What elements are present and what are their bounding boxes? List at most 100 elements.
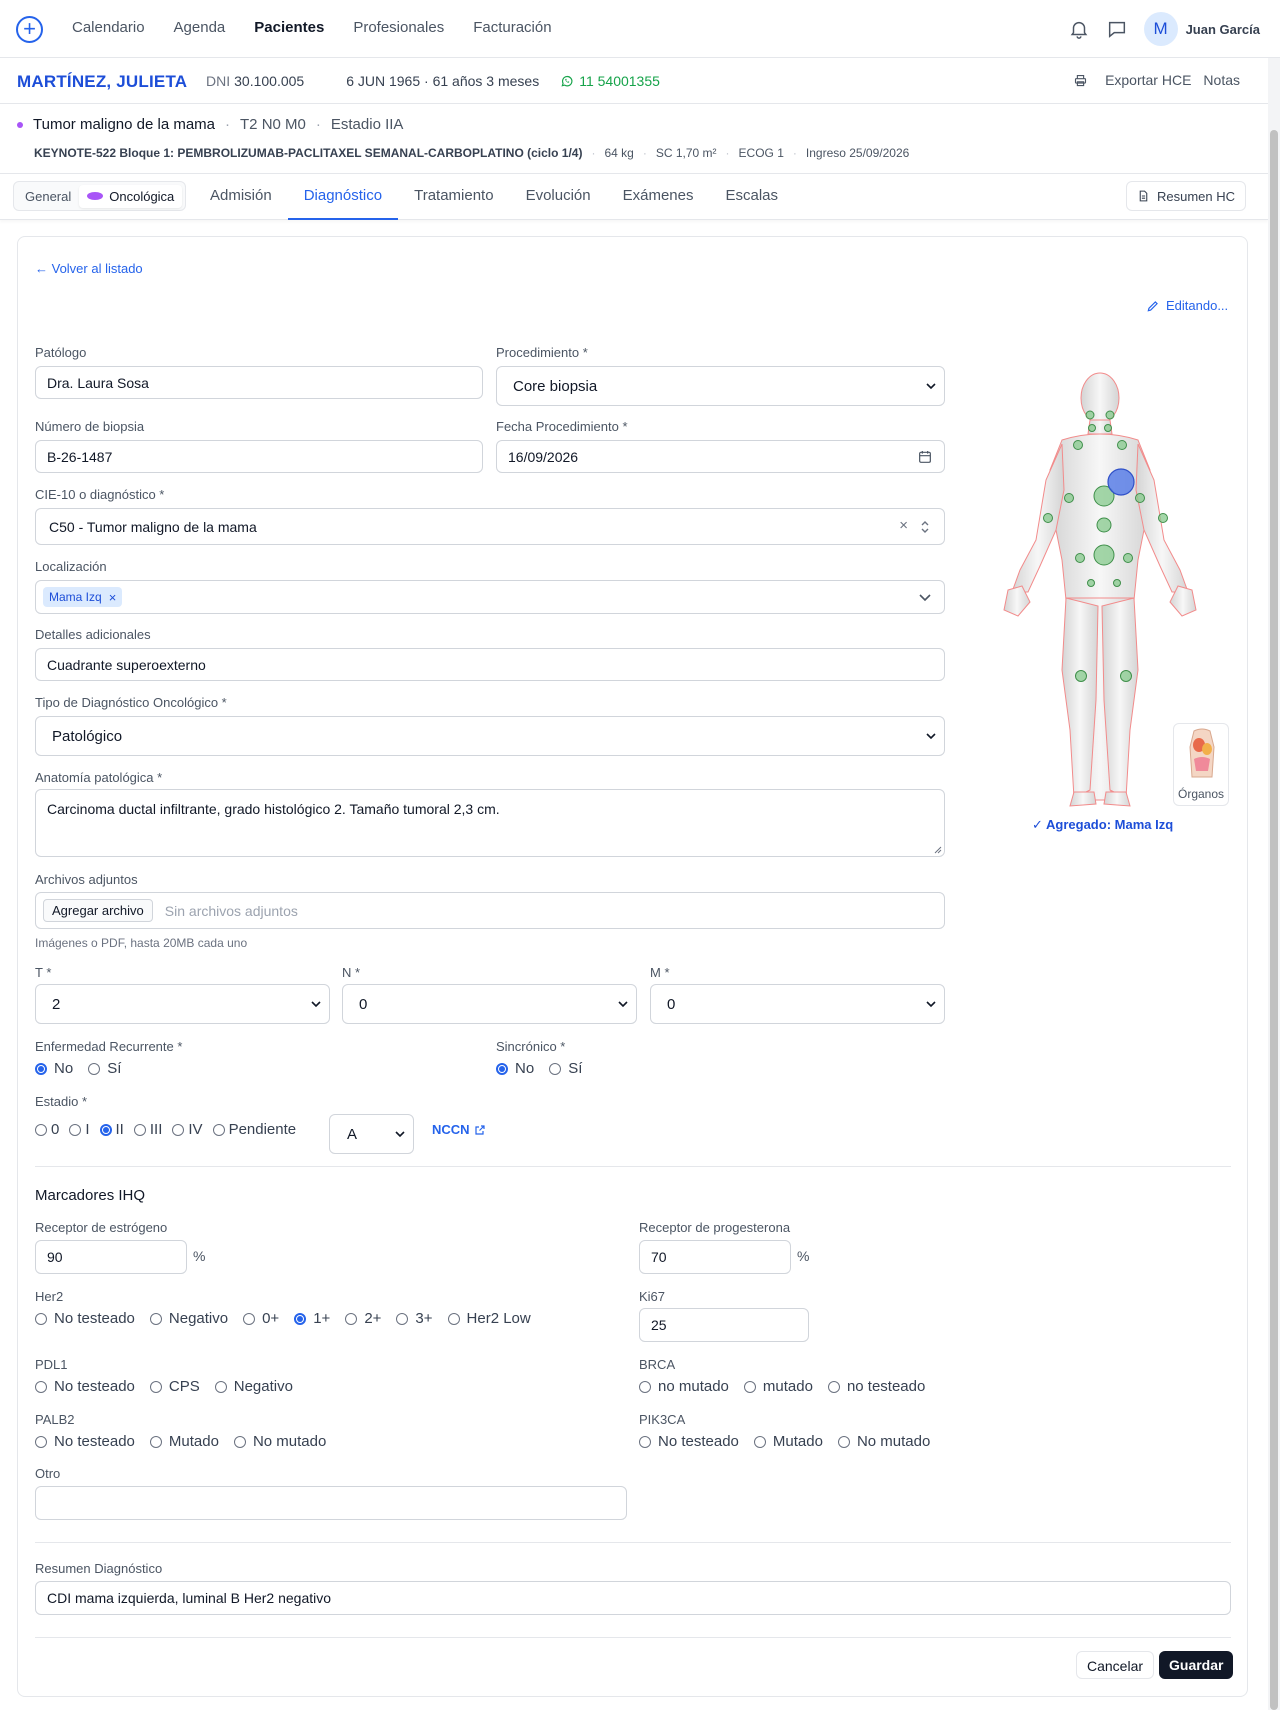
recurrente-label: Enfermedad Recurrente * bbox=[35, 1039, 183, 1054]
pdl1-radio-group: No testeado CPS Negativo bbox=[35, 1378, 308, 1395]
sort-arrows-icon bbox=[921, 521, 929, 533]
save-button[interactable]: Guardar bbox=[1159, 1651, 1234, 1679]
tipo-select[interactable]: Patológico bbox=[35, 716, 945, 756]
seg-general[interactable]: General bbox=[17, 185, 79, 208]
pdl1-negativo[interactable]: Negativo bbox=[214, 1378, 293, 1395]
biopsia-input[interactable]: B-26-1487 bbox=[35, 440, 483, 473]
resumen-hc-button[interactable]: Resumen HC bbox=[1125, 181, 1246, 211]
recurrente-si[interactable]: Sí bbox=[88, 1060, 121, 1077]
m-select[interactable]: 0 bbox=[650, 984, 945, 1024]
remove-tag-icon[interactable]: × bbox=[109, 590, 117, 605]
pencil-icon bbox=[1147, 300, 1158, 311]
seg-oncologica[interactable]: Oncológica bbox=[79, 184, 183, 208]
tab-evolucion[interactable]: Evolución bbox=[510, 174, 607, 220]
diagnosis-stage: Estadio IIA bbox=[330, 116, 404, 133]
clear-icon[interactable]: × bbox=[899, 517, 908, 534]
t-value: 2 bbox=[52, 996, 61, 1013]
diagnosis-title: Tumor maligno de la mama bbox=[33, 116, 216, 133]
nav-pacientes[interactable]: Pacientes bbox=[254, 19, 324, 36]
her2-low[interactable]: Her2 Low bbox=[447, 1310, 531, 1327]
estadio-iii[interactable]: III bbox=[133, 1121, 162, 1138]
patient-phone[interactable]: 11 54001355 bbox=[560, 73, 681, 89]
recurrente-radio-group: No Sí bbox=[35, 1060, 136, 1077]
localizacion-multiselect[interactable] bbox=[35, 580, 945, 614]
palb2-no-mutado[interactable]: No mutado bbox=[233, 1433, 326, 1450]
agregar-archivo-button[interactable]: Agregar archivo bbox=[43, 899, 153, 922]
estadio-iv[interactable]: IV bbox=[172, 1121, 203, 1138]
editing-indicator[interactable]: Editando... bbox=[1146, 298, 1228, 313]
bell-icon[interactable] bbox=[1068, 18, 1090, 40]
estadio-subtype-select[interactable]: A bbox=[329, 1114, 414, 1154]
calendar-icon[interactable] bbox=[917, 449, 933, 465]
palb2-mutado[interactable]: Mutado bbox=[149, 1433, 219, 1450]
otro-input[interactable] bbox=[35, 1486, 627, 1520]
brca-no-testeado[interactable]: no testeado bbox=[827, 1378, 925, 1395]
resize-handle-icon[interactable] bbox=[934, 846, 942, 854]
nccn-link[interactable]: NCCN bbox=[432, 1122, 486, 1137]
nav-agenda[interactable]: Agenda bbox=[174, 19, 226, 36]
patient-name: MARTÍNEZ, JULIETA bbox=[17, 72, 188, 91]
rp-unit: % bbox=[797, 1248, 810, 1264]
new-appointment-plus-icon[interactable]: + bbox=[16, 16, 43, 43]
patologo-input[interactable]: Dra. Laura Sosa bbox=[35, 366, 483, 399]
weight: 64 kg bbox=[604, 146, 634, 160]
estadio-pendiente[interactable]: Pendiente bbox=[212, 1121, 296, 1138]
estadio-ii[interactable]: II bbox=[99, 1121, 124, 1138]
her2-3plus[interactable]: 3+ bbox=[396, 1310, 433, 1327]
page-scrollbar[interactable] bbox=[1268, 58, 1280, 1710]
procedimiento-select[interactable]: Core biopsia bbox=[496, 366, 945, 406]
export-hce-button[interactable]: Exportar HCE bbox=[1073, 72, 1191, 88]
brca-no-mutado[interactable]: no mutado bbox=[639, 1378, 729, 1395]
sincronico-radio-group: No Sí bbox=[496, 1060, 597, 1077]
tab-examenes[interactable]: Exámenes bbox=[607, 174, 710, 220]
detalles-input[interactable]: Cuadrante superoexterno bbox=[35, 648, 945, 681]
nav-facturacion[interactable]: Facturación bbox=[473, 19, 551, 36]
pik3ca-mutado[interactable]: Mutado bbox=[753, 1433, 823, 1450]
her2-1plus[interactable]: 1+ bbox=[294, 1310, 330, 1327]
sincronico-si[interactable]: Sí bbox=[549, 1060, 582, 1077]
anatomia-textarea[interactable]: Carcinoma ductal infiltrante, grado hist… bbox=[35, 789, 945, 857]
tab-diagnostico[interactable]: Diagnóstico bbox=[287, 174, 399, 220]
notes-button[interactable]: Notas bbox=[1203, 72, 1240, 88]
pdl1-no-testeado[interactable]: No testeado bbox=[35, 1378, 135, 1395]
scrollbar-thumb[interactable] bbox=[1270, 130, 1278, 1710]
sincronico-no[interactable]: No bbox=[496, 1060, 534, 1077]
diagnosis-dot bbox=[17, 121, 23, 128]
pik3ca-no-testeado[interactable]: No testeado bbox=[639, 1433, 739, 1450]
her2-0plus[interactable]: 0+ bbox=[243, 1310, 279, 1327]
back-to-list-link[interactable]: ← Volver al listado bbox=[35, 261, 143, 276]
n-select[interactable]: 0 bbox=[342, 984, 637, 1024]
regimen: KEYNOTE-522 Bloque 1: PEMBROLIZUMAB-PACL… bbox=[34, 146, 583, 160]
pik3ca-no-mutado[interactable]: No mutado bbox=[837, 1433, 930, 1450]
organs-button[interactable]: Órganos bbox=[1173, 723, 1229, 806]
rp-input[interactable]: 70 bbox=[639, 1240, 791, 1274]
tab-admision[interactable]: Admisión bbox=[194, 174, 288, 220]
fecha-input[interactable]: 16/09/2026 bbox=[496, 440, 945, 473]
nav-calendario[interactable]: Calendario bbox=[72, 19, 145, 36]
diagnosis-line: Tumor maligno de la mama · T2 N0 M0 · Es… bbox=[17, 116, 403, 133]
ki67-input[interactable]: 25 bbox=[639, 1308, 809, 1342]
estadio-i[interactable]: I bbox=[69, 1121, 90, 1138]
resumen-diagnostico-input[interactable]: CDI mama izquierda, luminal B Her2 negat… bbox=[35, 1581, 1231, 1615]
user-name[interactable]: Juan García bbox=[1186, 22, 1260, 37]
her2-2plus[interactable]: 2+ bbox=[345, 1310, 381, 1327]
tab-tratamiento[interactable]: Tratamiento bbox=[398, 174, 509, 220]
estadio-0[interactable]: 0 bbox=[35, 1121, 59, 1138]
archivos-input[interactable]: Agregar archivo Sin archivos adjuntos bbox=[35, 892, 945, 929]
avatar[interactable]: M bbox=[1143, 12, 1178, 46]
re-input[interactable]: 90 bbox=[35, 1240, 187, 1274]
brca-mutado[interactable]: mutado bbox=[743, 1378, 813, 1395]
tab-escalas[interactable]: Escalas bbox=[710, 174, 795, 220]
chevron-down-icon[interactable] bbox=[919, 592, 931, 602]
sincronico-label: Sincrónico * bbox=[496, 1039, 566, 1054]
recurrente-no[interactable]: No bbox=[35, 1060, 73, 1077]
cie-combobox[interactable]: C50 - Tumor maligno de la mama × bbox=[35, 508, 945, 545]
pdl1-cps[interactable]: CPS bbox=[149, 1378, 200, 1395]
chat-icon[interactable] bbox=[1106, 18, 1128, 40]
her2-negativo[interactable]: Negativo bbox=[149, 1310, 228, 1327]
nav-profesionales[interactable]: Profesionales bbox=[353, 19, 444, 36]
her2-no-testeado[interactable]: No testeado bbox=[35, 1310, 135, 1327]
palb2-no-testeado[interactable]: No testeado bbox=[35, 1433, 135, 1450]
cancel-button[interactable]: Cancelar bbox=[1076, 1651, 1155, 1679]
t-select[interactable]: 2 bbox=[35, 984, 330, 1024]
